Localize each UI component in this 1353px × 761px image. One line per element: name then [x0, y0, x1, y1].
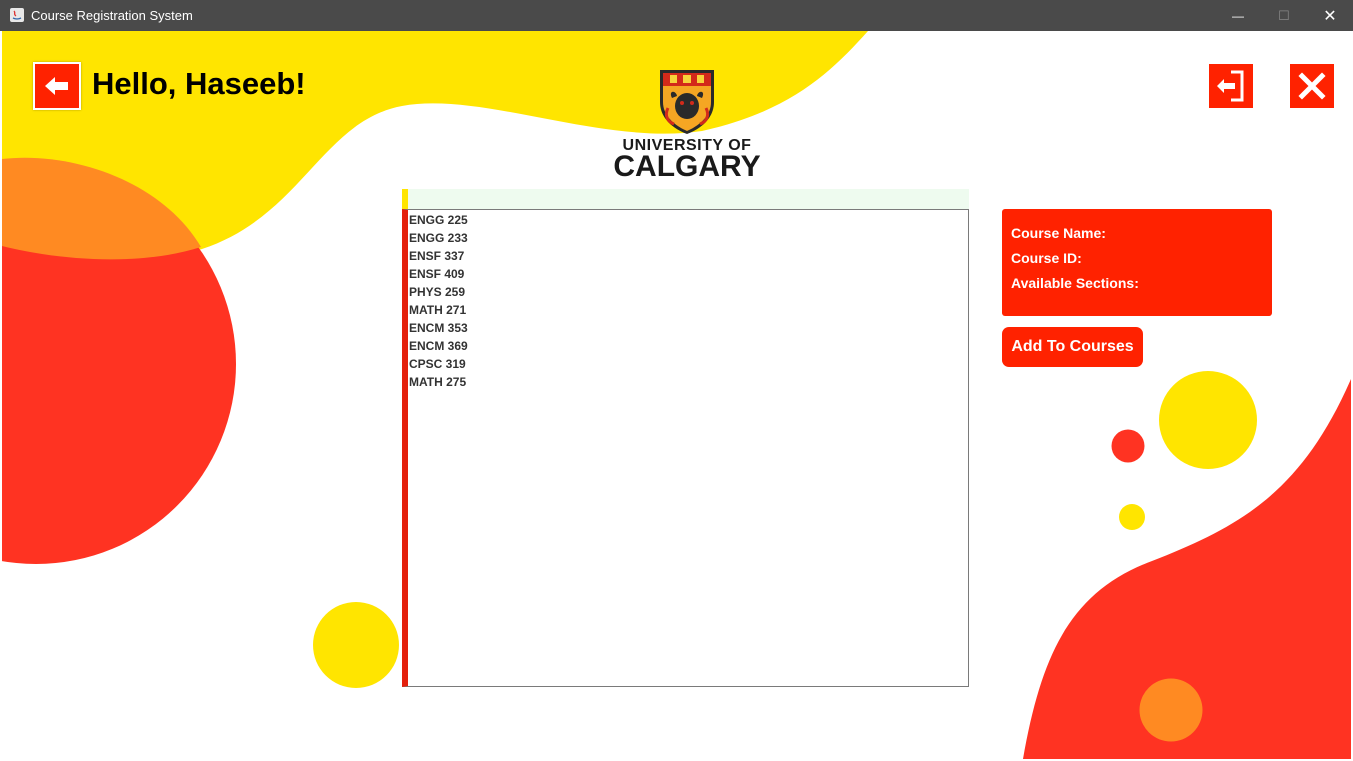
list-item[interactable]: ENSF 409 — [408, 265, 968, 283]
list-item[interactable]: ENSF 337 — [408, 247, 968, 265]
list-item[interactable]: MATH 275 — [408, 373, 968, 391]
maximize-icon: ☐ — [1278, 7, 1290, 23]
java-app-icon — [10, 8, 24, 22]
minimize-icon: — — [1232, 8, 1244, 23]
university-logo: UNIVERSITY OF CALGARY — [602, 68, 772, 187]
greeting-text: Hello, Haseeb! — [92, 66, 306, 101]
window-close-icon: ✕ — [1323, 7, 1337, 25]
window-close-button[interactable]: ✕ — [1307, 0, 1353, 31]
list-item[interactable]: CPSC 319 — [408, 355, 968, 373]
university-crest-icon: UNIVERSITY OF CALGARY — [613, 70, 761, 183]
list-item[interactable]: ENCM 369 — [408, 337, 968, 355]
yellow-dot-right — [1119, 504, 1145, 530]
window-title: Course Registration System — [31, 8, 193, 23]
main-content: Hello, Haseeb! UNIVERSITY OF CALGARY ENG… — [2, 31, 1351, 759]
yellow-circle-right — [1159, 371, 1257, 469]
logout-icon — [1217, 70, 1244, 102]
orange-circle-bottom-right — [1139, 678, 1203, 742]
course-id-label: Course ID: — [1011, 250, 1082, 266]
list-item[interactable]: ENCM 353 — [408, 319, 968, 337]
available-sections-label: Available Sections: — [1011, 275, 1139, 291]
back-button[interactable] — [33, 62, 81, 110]
course-panel: ENGG 225 ENGG 233 ENSF 337 ENSF 409 PHYS… — [402, 189, 969, 687]
yellow-circle-bottom-left — [313, 602, 399, 688]
close-icon — [1298, 72, 1326, 100]
course-list[interactable]: ENGG 225 ENGG 233 ENSF 337 ENSF 409 PHYS… — [402, 209, 969, 687]
list-item[interactable]: MATH 271 — [408, 301, 968, 319]
red-dot-right — [1111, 429, 1145, 463]
logo-line2: CALGARY — [613, 150, 760, 182]
course-details-panel: Course Name: Course ID: Available Sectio… — [1002, 209, 1272, 316]
arrow-left-icon — [45, 77, 68, 95]
logout-button[interactable] — [1209, 64, 1253, 108]
course-name-label: Course Name: — [1011, 225, 1106, 241]
close-app-button[interactable] — [1290, 64, 1334, 108]
window-titlebar: Course Registration System — ☐ ✕ — [0, 0, 1353, 31]
maximize-button[interactable]: ☐ — [1261, 0, 1307, 31]
list-item[interactable]: ENGG 225 — [408, 211, 968, 229]
course-search-field[interactable] — [402, 189, 969, 209]
list-item[interactable]: ENGG 233 — [408, 229, 968, 247]
minimize-button[interactable]: — — [1215, 0, 1261, 31]
add-to-courses-button[interactable]: Add To Courses — [1002, 327, 1143, 367]
list-item[interactable]: PHYS 259 — [408, 283, 968, 301]
